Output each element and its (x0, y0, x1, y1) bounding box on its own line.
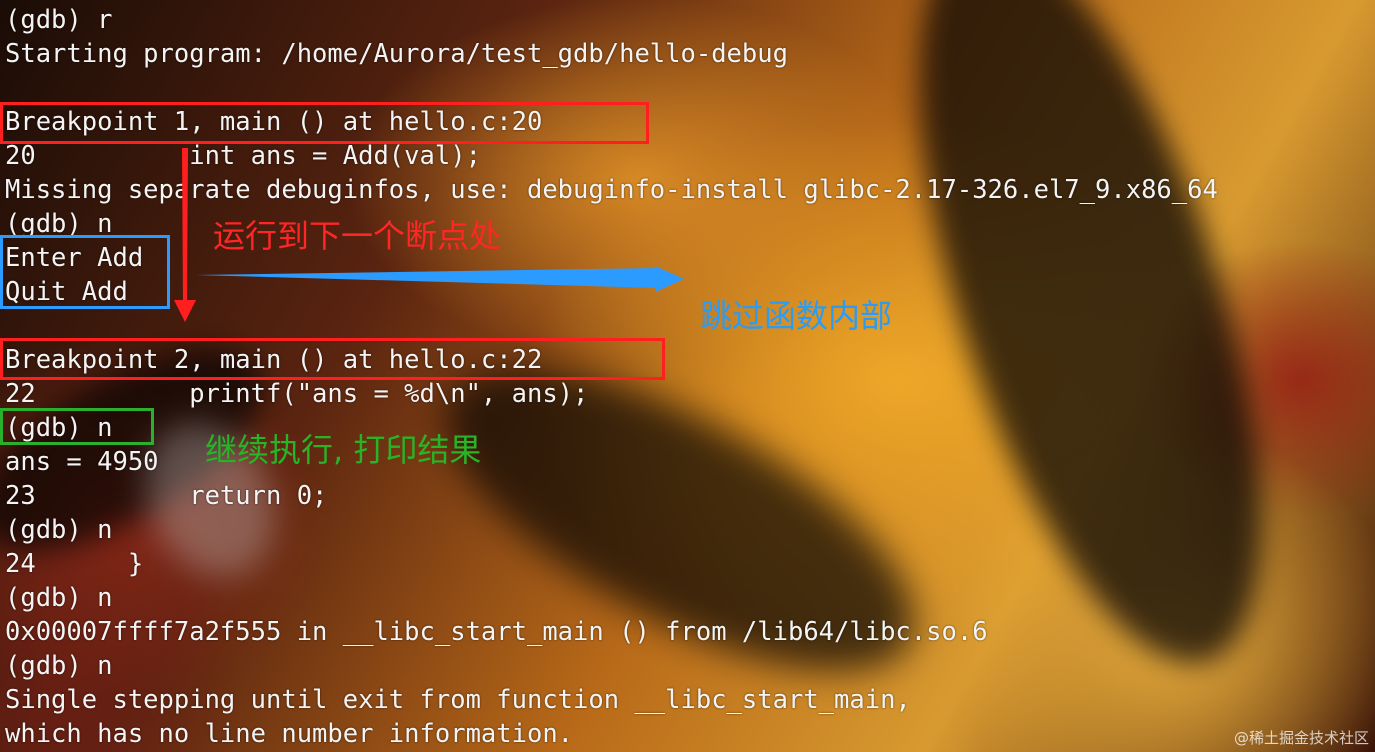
red-down-arrow (174, 148, 196, 322)
annotation-continue-print-result: 继续执行, 打印结果 (205, 431, 482, 469)
watermark: @稀土掘金技术社区 (1233, 729, 1369, 747)
annotation-run-to-next-breakpoint: 运行到下一个断点处 (213, 217, 502, 255)
annotation-arrows (174, 148, 684, 322)
annotation-skip-function-body: 跳过函数内部 (700, 297, 893, 335)
gdb-terminal-screenshot: (gdb) r Starting program: /home/Aurora/t… (0, 0, 1375, 752)
blue-right-arrow (196, 266, 684, 292)
